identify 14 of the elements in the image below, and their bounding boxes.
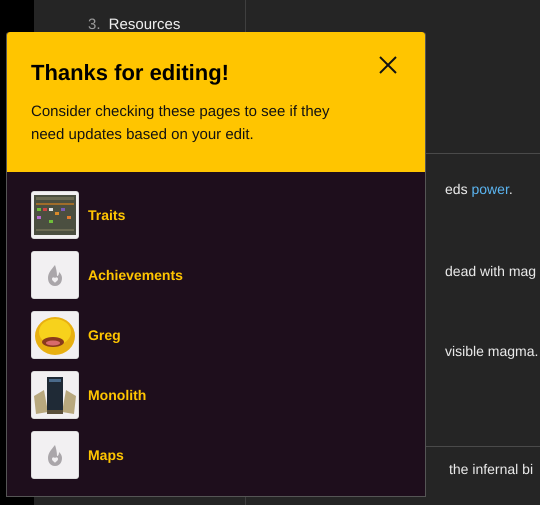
body-text: visible magma.	[445, 342, 540, 361]
close-icon	[379, 56, 397, 74]
page-link[interactable]: Achievements	[88, 267, 183, 283]
popup-message: Consider checking these pages to see if they need updates based on your edit.	[31, 102, 331, 145]
page-link[interactable]: Greg	[88, 327, 121, 343]
body-text: eds power.	[445, 180, 514, 199]
body-text: dead with mag	[445, 262, 538, 281]
popup-title: Thanks for editing!	[31, 60, 229, 86]
close-button[interactable]	[377, 54, 399, 76]
body-text: the infernal bi	[449, 460, 534, 479]
page-link[interactable]: Traits	[88, 207, 126, 223]
power-link[interactable]: power	[471, 181, 509, 197]
page-link[interactable]: Monolith	[88, 387, 146, 403]
page-link[interactable]: Maps	[88, 447, 124, 463]
